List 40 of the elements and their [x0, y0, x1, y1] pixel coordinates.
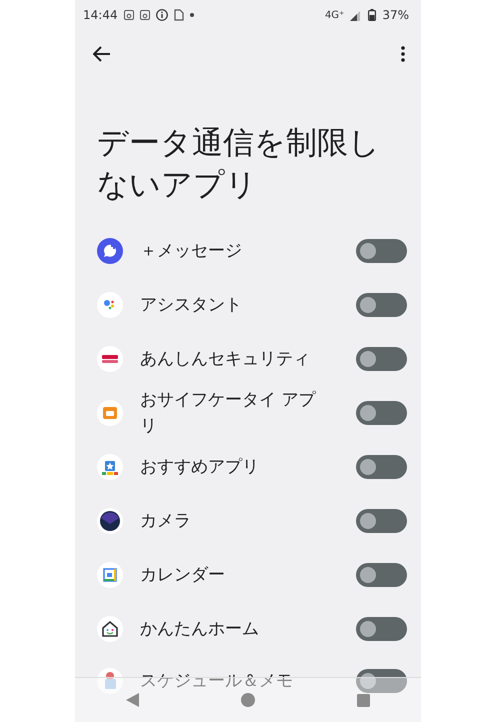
more-icon	[401, 46, 405, 62]
clock: 14:44	[83, 8, 118, 22]
toggle-switch[interactable]	[356, 239, 407, 263]
page-title: データ通信を制限しないアプリ	[97, 124, 381, 205]
notification-icon	[124, 10, 134, 20]
back-nav-icon[interactable]	[126, 693, 139, 707]
signal-icon	[350, 10, 362, 20]
toggle-switch[interactable]	[356, 347, 407, 371]
app-name: おすすめアプリ	[140, 456, 260, 479]
dot-icon	[190, 13, 194, 17]
app-name: ＋メッセージ	[140, 240, 243, 263]
app-name: アシスタント	[140, 294, 243, 317]
app-name: カメラ	[140, 510, 192, 533]
toggle-switch[interactable]	[356, 401, 407, 425]
dots-icon	[97, 292, 123, 318]
battery-icon	[368, 9, 376, 21]
back-arrow-icon	[93, 46, 111, 62]
app-name: かんたんホーム	[140, 618, 260, 641]
notification-icon	[140, 10, 150, 20]
app-name: おサイフケータイ アプリ	[140, 389, 317, 438]
network-type: 4G⁺	[324, 10, 344, 20]
toggle-switch[interactable]	[356, 669, 407, 693]
home-nav-icon[interactable]	[241, 693, 255, 707]
sim-card-icon	[174, 9, 184, 21]
info-icon	[156, 9, 168, 21]
chat-bubble-icon	[97, 238, 123, 264]
app-name: カレンダー	[140, 564, 226, 587]
toggle-switch[interactable]	[356, 617, 407, 641]
lens-icon	[97, 508, 123, 534]
recents-nav-icon[interactable]	[357, 694, 370, 706]
toggle-switch[interactable]	[356, 563, 407, 587]
house-face-icon	[97, 616, 123, 642]
wallet-icon	[97, 400, 123, 426]
toggle-switch[interactable]	[356, 455, 407, 479]
toggle-switch[interactable]	[356, 293, 407, 317]
battery-percent: 37%	[382, 8, 409, 22]
toggle-switch[interactable]	[356, 509, 407, 533]
calendar-icon	[97, 562, 123, 588]
notepad-icon	[97, 668, 123, 694]
app-name: あんしんセキュリティ	[140, 348, 311, 371]
